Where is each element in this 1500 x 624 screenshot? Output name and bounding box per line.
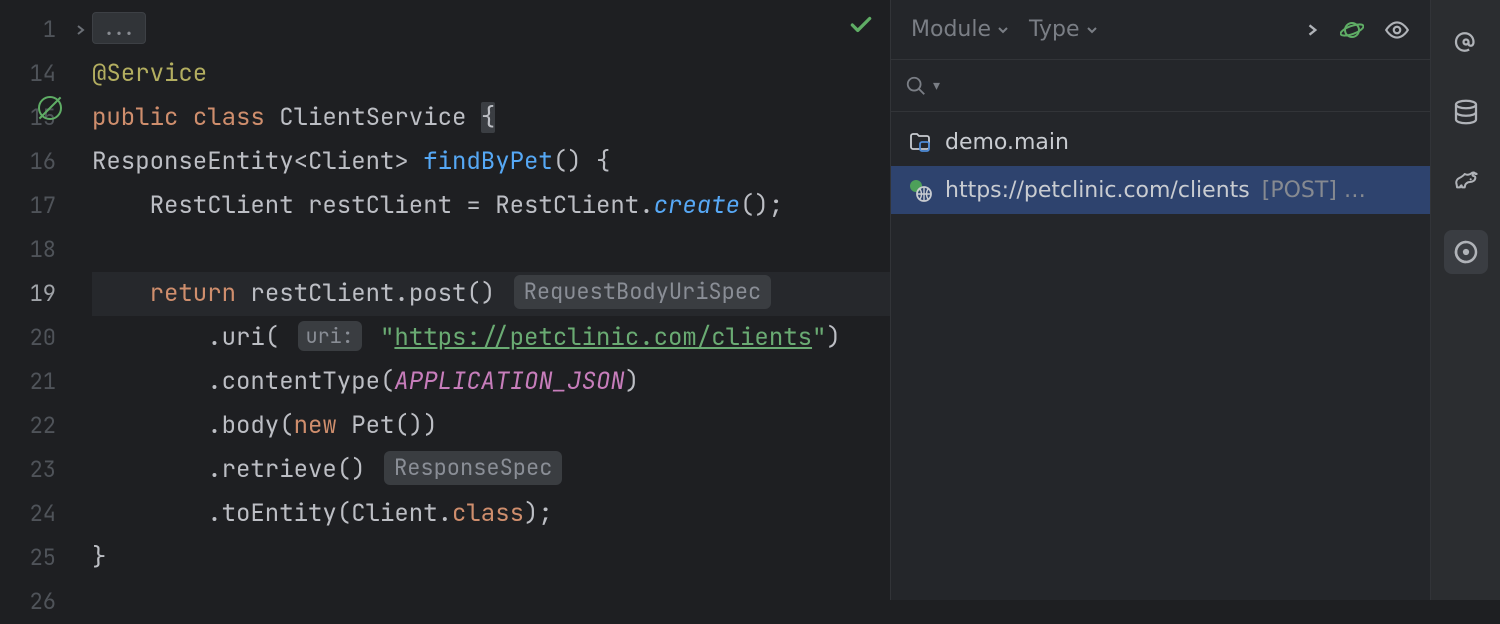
editor-gutter: 1 14 15 16 17 18 19 20 21 22 23 24 25 26 <box>0 0 92 600</box>
code-editor[interactable]: 1 14 15 16 17 18 19 20 21 22 23 24 25 26… <box>0 0 890 600</box>
chevron-down-icon <box>997 24 1009 36</box>
line-number: 16 <box>0 140 92 184</box>
type-dropdown[interactable]: Type <box>1023 13 1104 46</box>
module-dropdown[interactable]: Module <box>905 13 1015 46</box>
tree-endpoint-method: [POST] … <box>1262 178 1366 203</box>
search-caret-icon: ▾ <box>933 78 940 94</box>
expand-chevron-icon[interactable] <box>1300 17 1326 43</box>
at-tool-icon[interactable] <box>1444 20 1488 64</box>
type-dropdown-label: Type <box>1029 17 1080 42</box>
tree-endpoint-node[interactable]: https://petclinic.com/clients [POST] … <box>891 166 1430 214</box>
annotation: @Service <box>92 58 207 89</box>
url-link[interactable]: https://petclinic.com/clients <box>394 322 812 353</box>
line-number: 18 <box>0 228 92 272</box>
line-number: 23 <box>0 448 92 492</box>
tree-module-node[interactable]: demo.main <box>891 118 1430 166</box>
line-number: 24 <box>0 492 92 536</box>
line-number: 19 <box>0 272 92 316</box>
folder-module-icon <box>907 129 933 155</box>
gradle-elephant-icon[interactable] <box>1444 160 1488 204</box>
chevron-down-icon <box>1086 24 1098 36</box>
fold-chevron-icon[interactable] <box>72 8 90 52</box>
line-number: 22 <box>0 404 92 448</box>
panel-search[interactable]: ▾ <box>891 60 1430 112</box>
inlay-hint: ResponseSpec <box>384 451 562 485</box>
filter-planet-icon[interactable] <box>1334 12 1370 48</box>
line-number: 25 <box>0 536 92 580</box>
module-dropdown-label: Module <box>911 17 991 42</box>
eye-icon[interactable] <box>1378 11 1416 49</box>
inlay-param-hint: uri: <box>298 321 362 351</box>
folded-region[interactable]: ... <box>92 12 146 44</box>
endpoints-tree: demo.main https://petclinic.com/clients … <box>891 112 1430 600</box>
right-toolbar <box>1430 0 1500 600</box>
inlay-hint: RequestBodyUriSpec <box>514 275 772 309</box>
database-tool-icon[interactable] <box>1444 90 1488 134</box>
tree-module-label: demo.main <box>945 130 1069 155</box>
line-number: 26 <box>0 580 92 624</box>
panel-header: Module Type <box>891 0 1430 60</box>
globe-endpoint-icon <box>907 177 933 203</box>
line-number: 17 <box>0 184 92 228</box>
line-number: 21 <box>0 360 92 404</box>
inspection-ok-icon[interactable] <box>848 12 874 38</box>
endpoints-view-icon[interactable] <box>1444 230 1488 274</box>
gutter-run-marker-icon[interactable] <box>38 96 62 120</box>
editor-content[interactable]: ... @Service public class ClientService … <box>92 0 890 600</box>
line-number: 14 <box>0 52 92 96</box>
tree-endpoint-url: https://petclinic.com/clients <box>945 178 1250 203</box>
line-number: 20 <box>0 316 92 360</box>
endpoints-panel: Module Type ▾ demo.main <box>890 0 1430 600</box>
search-icon <box>905 75 927 97</box>
